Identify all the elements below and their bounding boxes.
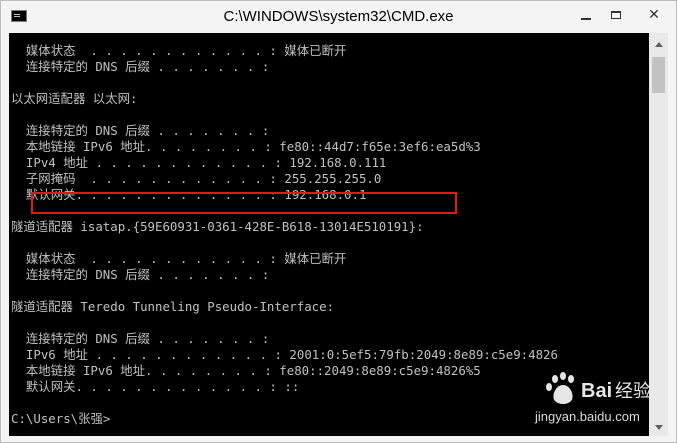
ipv4-highlight-box: [31, 192, 457, 214]
console-output[interactable]: 媒体状态 . . . . . . . . . . . . : 媒体已断开 连接特…: [9, 33, 649, 436]
console-line: 本地链接 IPv6 地址. . . . . . . . : fe80::44d7…: [11, 139, 481, 154]
console-line: 媒体状态 . . . . . . . . . . . . : 媒体已断开: [11, 43, 347, 58]
baidu-paw-logo-icon: Bai 经验: [546, 372, 649, 404]
scroll-up-button[interactable]: [649, 35, 668, 53]
vertical-scrollbar[interactable]: [649, 33, 668, 436]
console-line: 连接特定的 DNS 后缀 . . . . . . . :: [11, 123, 270, 138]
scrollbar-thumb[interactable]: [652, 57, 665, 93]
console-line: 子网掩码 . . . . . . . . . . . . : 255.255.2…: [11, 171, 382, 186]
console-line: 本地链接 IPv6 地址. . . . . . . . : fe80::2049…: [11, 363, 481, 378]
svg-text:Bai: Bai: [581, 380, 612, 402]
console-line: 连接特定的 DNS 后缀 . . . . . . . :: [11, 331, 270, 346]
console-line: IPv6 地址 . . . . . . . . . . . . : 2001:0…: [11, 347, 558, 362]
console-text: 媒体状态 . . . . . . . . . . . . : 媒体已断开 连接特…: [11, 43, 558, 427]
watermark-url: jingyan.baidu.com: [535, 409, 640, 424]
svg-text:经验: 经验: [615, 381, 649, 402]
console-line: 隧道适配器 Teredo Tunneling Pseudo-Interface:: [11, 299, 335, 314]
minimize-icon: [581, 18, 591, 20]
console-line: 媒体状态 . . . . . . . . . . . . : 媒体已断开: [11, 251, 347, 266]
console-line: IPv4 地址 . . . . . . . . . . . . : 192.16…: [11, 155, 387, 170]
console-line: C:\Users\张强>: [11, 411, 111, 426]
console-line: 连接特定的 DNS 后缀 . . . . . . . :: [11, 267, 270, 282]
title-bar[interactable]: C:\WINDOWS\system32\CMD.exe ✕: [1, 1, 676, 33]
console-line: 隧道适配器 isatap.{59E60931-0361-428E-B618-13…: [11, 219, 424, 234]
maximize-button[interactable]: [601, 1, 631, 29]
arrow-up-icon: [654, 41, 663, 47]
arrow-down-icon: [654, 424, 663, 430]
close-button[interactable]: ✕: [631, 1, 677, 29]
cmd-window: C:\WINDOWS\system32\CMD.exe ✕ 媒体状态 . . .…: [0, 0, 677, 443]
console-line: 默认网关. . . . . . . . . . . . . : ::: [11, 379, 300, 394]
baidu-jingyan-watermark: Bai 经验 jingyan.baidu.com: [521, 369, 649, 436]
close-icon: ✕: [648, 7, 660, 23]
scroll-down-button[interactable]: [649, 418, 668, 436]
window-frame-edge: [668, 33, 676, 436]
minimize-button[interactable]: [571, 1, 601, 29]
maximize-icon: [611, 11, 621, 19]
console-line: 连接特定的 DNS 后缀 . . . . . . . :: [11, 59, 270, 74]
console-line: 以太网适配器 以太网:: [11, 91, 138, 106]
